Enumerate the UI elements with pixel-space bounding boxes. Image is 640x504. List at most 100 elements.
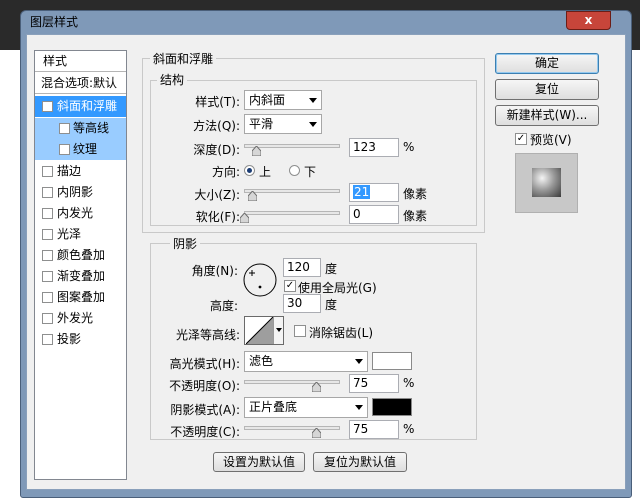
ok-button[interactable]: 确定: [495, 53, 599, 74]
style-item-label: 图案叠加: [57, 290, 106, 304]
size-input-value: 21: [353, 185, 371, 199]
style-item-inner-glow[interactable]: 内发光: [35, 203, 126, 224]
style-item-label: 颜色叠加: [57, 248, 106, 262]
shadow-opacity-thumb[interactable]: [312, 428, 321, 438]
soften-slider-thumb[interactable]: [240, 213, 249, 223]
angle-input[interactable]: 120: [283, 258, 321, 277]
shadow-opacity-unit: %: [403, 422, 415, 436]
reset-to-default-button[interactable]: 复位为默认值: [313, 452, 407, 472]
altitude-label: 高度:: [209, 299, 238, 313]
style-dropdown-value: 内斜面: [249, 93, 286, 107]
highlight-opacity-input[interactable]: 75: [349, 374, 399, 393]
new-style-button[interactable]: 新建样式(W)...: [495, 105, 599, 126]
soften-input[interactable]: 0: [349, 205, 399, 224]
chevron-down-icon: [355, 405, 363, 410]
preview-checkbox[interactable]: ✓: [515, 133, 527, 145]
satin-checkbox[interactable]: [42, 229, 53, 240]
style-dropdown[interactable]: 内斜面: [244, 90, 322, 110]
contour-dropdown-button[interactable]: [273, 317, 283, 344]
style-preview-thumbnail: [515, 153, 578, 213]
drop-shadow-checkbox[interactable]: [42, 334, 53, 345]
stroke-checkbox[interactable]: [42, 166, 53, 177]
inner-glow-checkbox[interactable]: [42, 208, 53, 219]
highlight-color-swatch[interactable]: [372, 352, 412, 370]
highlight-mode-value: 滤色: [249, 354, 274, 368]
style-item-drop-shadow[interactable]: 投影: [35, 329, 126, 350]
angle-dial[interactable]: [242, 262, 278, 298]
style-item-label: 投影: [57, 332, 82, 346]
global-light-checkbox[interactable]: ✓: [284, 280, 296, 292]
depth-input[interactable]: 123: [349, 138, 399, 157]
close-button[interactable]: x: [566, 11, 611, 30]
inner-shadow-checkbox[interactable]: [42, 187, 53, 198]
highlight-opacity-slider[interactable]: [244, 380, 340, 384]
highlight-mode-label: 高光模式(H):: [169, 357, 240, 371]
shadow-mode-label: 阴影模式(A):: [170, 403, 240, 417]
altitude-unit: 度: [325, 298, 338, 312]
window-title: 图层样式: [30, 15, 79, 29]
pattern-overlay-checkbox[interactable]: [42, 292, 53, 303]
style-item-contour[interactable]: 等高线: [35, 118, 126, 139]
antialias-checkbox[interactable]: [294, 325, 306, 337]
preview-label: 预览(V): [530, 133, 572, 147]
gloss-contour-label: 光泽等高线:: [175, 328, 240, 342]
texture-checkbox[interactable]: [59, 144, 70, 155]
bevel-checkbox[interactable]: ✓: [42, 101, 53, 112]
make-default-button[interactable]: 设置为默认值: [213, 452, 305, 472]
style-item-label: 渐变叠加: [57, 269, 106, 283]
antialias-label: 消除锯齿(L): [309, 326, 374, 340]
style-item-label: 内发光: [57, 206, 94, 220]
style-item-label: 纹理: [73, 142, 98, 156]
contour-preview-icon: [246, 317, 274, 344]
style-item-color-overlay[interactable]: 颜色叠加: [35, 245, 126, 266]
gloss-contour-picker[interactable]: [244, 316, 284, 345]
shadow-mode-dropdown[interactable]: 正片叠底: [244, 397, 368, 418]
size-slider-thumb[interactable]: [248, 191, 258, 201]
style-item-bevel-emboss[interactable]: ✓ 斜面和浮雕: [35, 96, 126, 117]
depth-unit: %: [403, 140, 415, 154]
soften-slider[interactable]: [244, 211, 340, 215]
style-item-label: 外发光: [57, 311, 94, 325]
depth-label: 深度(D):: [193, 143, 240, 157]
angle-label: 角度(N):: [191, 264, 238, 278]
technique-dropdown[interactable]: 平滑: [244, 114, 322, 134]
altitude-input[interactable]: 30: [283, 294, 321, 313]
structure-title: 结构: [157, 71, 188, 88]
shadow-opacity-label: 不透明度(C):: [170, 425, 240, 439]
style-item-label: 内阴影: [57, 185, 94, 199]
highlight-opacity-unit: %: [403, 376, 415, 390]
style-item-outer-glow[interactable]: 外发光: [35, 308, 126, 329]
direction-up-label: 上: [259, 165, 272, 179]
shadow-opacity-slider[interactable]: [244, 426, 340, 430]
chevron-down-icon: [309, 98, 317, 103]
shadow-opacity-input[interactable]: 75: [349, 420, 399, 439]
gradient-overlay-checkbox[interactable]: [42, 271, 53, 282]
style-item-satin[interactable]: 光泽: [35, 224, 126, 245]
chevron-down-icon: [355, 359, 363, 364]
styles-header[interactable]: 样式: [35, 51, 126, 72]
style-item-stroke[interactable]: 描边: [35, 161, 126, 182]
style-label: 样式(T):: [195, 95, 240, 109]
direction-down-label: 下: [304, 165, 317, 179]
bevel-emboss-title: 斜面和浮雕: [150, 50, 217, 67]
styles-list: 样式 混合选项:默认 ✓ 斜面和浮雕 等高线 纹理 描边 内阴影 内发光 光泽 …: [34, 50, 127, 480]
color-overlay-checkbox[interactable]: [42, 250, 53, 261]
highlight-mode-dropdown[interactable]: 滤色: [244, 351, 368, 372]
shadow-color-swatch[interactable]: [372, 398, 412, 416]
depth-slider-thumb[interactable]: [251, 146, 261, 156]
highlight-opacity-thumb[interactable]: [312, 382, 321, 392]
blending-options-item[interactable]: 混合选项:默认: [35, 73, 126, 94]
technique-label: 方法(Q):: [193, 119, 240, 133]
outer-glow-checkbox[interactable]: [42, 313, 53, 324]
direction-up-radio[interactable]: [244, 165, 255, 176]
contour-checkbox[interactable]: [59, 123, 70, 134]
style-item-texture[interactable]: 纹理: [35, 139, 126, 160]
direction-down-radio[interactable]: [289, 165, 300, 176]
size-slider[interactable]: [244, 189, 340, 193]
style-item-gradient-overlay[interactable]: 渐变叠加: [35, 266, 126, 287]
style-item-label: 光泽: [57, 227, 82, 241]
style-item-inner-shadow[interactable]: 内阴影: [35, 182, 126, 203]
size-input[interactable]: 21: [349, 183, 399, 202]
reset-button[interactable]: 复位: [495, 79, 599, 100]
style-item-pattern-overlay[interactable]: 图案叠加: [35, 287, 126, 308]
